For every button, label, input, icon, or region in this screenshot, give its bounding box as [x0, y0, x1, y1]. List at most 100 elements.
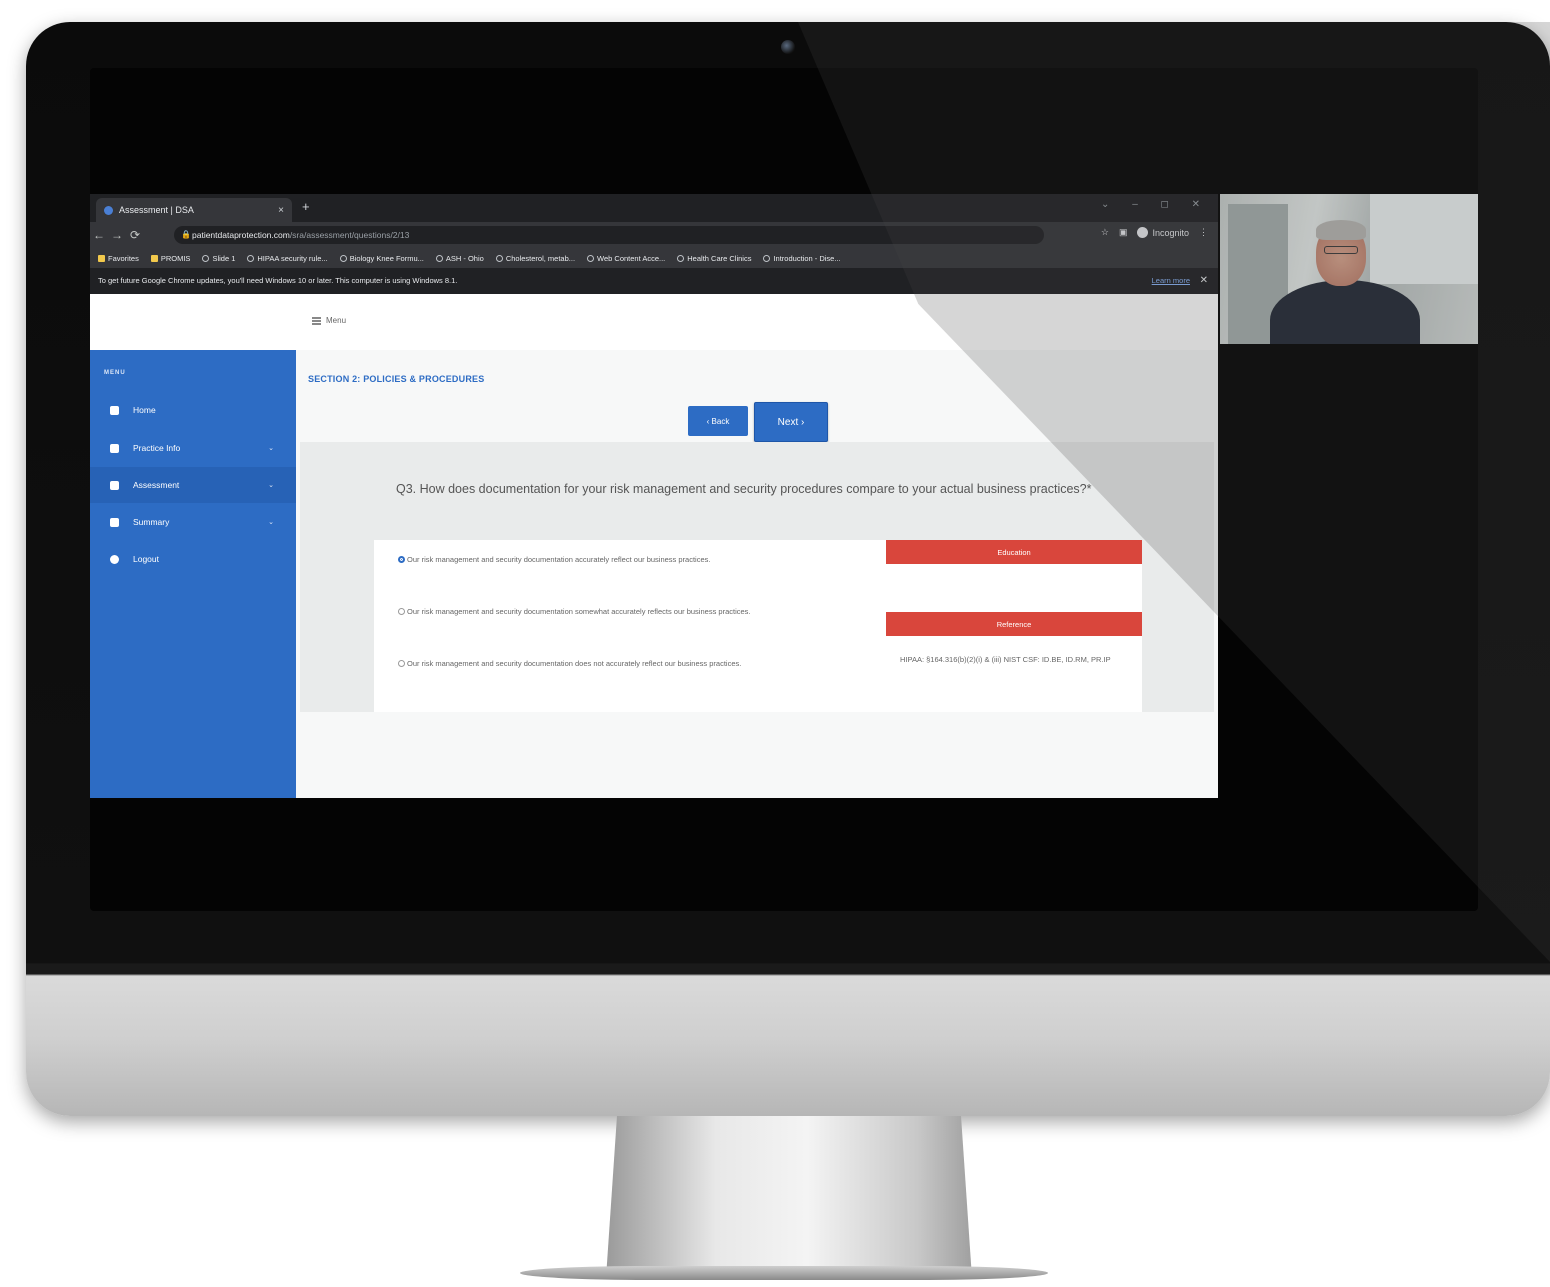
back-arrow-icon[interactable]: ←: [90, 228, 108, 242]
bookmark-item[interactable]: Health Care Clinics: [677, 254, 751, 263]
globe-icon: [339, 254, 347, 262]
bookmark-item[interactable]: Introduction - Dise...: [763, 253, 841, 263]
answer-option[interactable]: Our risk management and security documen…: [398, 606, 860, 617]
toolbar: ← → ⟳ 🔒 patientdataprotection.com/sra/as…: [90, 222, 1218, 248]
close-infobar-icon[interactable]: ✕: [1200, 268, 1208, 294]
assessment-icon: [110, 480, 119, 490]
bookmark-item[interactable]: Biology Knee Formu...: [339, 253, 424, 263]
bookmark-label: ASH - Ohio: [445, 253, 484, 263]
webcam-video: [1220, 194, 1478, 344]
sidebar-item-summary[interactable]: Summary ⌄: [90, 504, 296, 540]
question-panel: Q3. How does documentation for your risk…: [300, 442, 1214, 712]
presenter-hair: [1316, 220, 1366, 240]
window-controls[interactable]: ⌄ – ◻ ✕: [1101, 199, 1210, 210]
chevron-down-icon: ⌄: [268, 445, 274, 452]
url-host: patientdataprotection.com: [192, 230, 290, 240]
radio-icon[interactable]: [398, 608, 405, 615]
reference-text: HIPAA: §164.316(b)(2)(i) & (iii) NIST CS…: [900, 655, 1111, 664]
resources-panel: Education Reference HIPAA: §164.316(b)(2…: [886, 540, 1142, 712]
reload-icon[interactable]: ⟳: [126, 228, 144, 242]
bookmark-label: Favorites: [108, 253, 139, 263]
section-title: SECTION 2: POLICIES & PROCEDURES: [308, 374, 485, 384]
sidebar-item-label: Practice Info: [133, 443, 181, 453]
sidebar-item-home[interactable]: Home: [90, 392, 296, 428]
bookmark-item[interactable]: Favorites: [98, 254, 139, 263]
monitor-screen: Assessment | DSA × + ⌄ – ◻ ✕ ← → ⟳ 🔒 pat…: [90, 68, 1478, 911]
sidebar: MENU Home Practice Info ⌄ Assessment ⌄ S…: [90, 350, 296, 798]
bookmark-item[interactable]: ASH - Ohio: [435, 253, 484, 263]
more-menu-icon[interactable]: ⋮: [1199, 227, 1208, 238]
menu-toggle-button[interactable]: Menu: [312, 316, 346, 325]
extension-icon[interactable]: ▣: [1119, 227, 1128, 238]
bookmark-item[interactable]: Slide 1: [202, 254, 235, 263]
monitor-stand: [606, 1116, 972, 1278]
presenter-body: [1270, 280, 1420, 344]
calendar-icon: [110, 443, 119, 453]
sidebar-heading: MENU: [104, 370, 126, 376]
education-button[interactable]: Education: [886, 540, 1142, 564]
bookmark-label: Slide 1: [212, 253, 236, 263]
incognito-label: Incognito: [1152, 227, 1189, 238]
web-page: Menu MENU Home Practice Info ⌄ Assessmen…: [90, 294, 1218, 798]
answer-text: Our risk management and security documen…: [407, 659, 742, 668]
next-button[interactable]: Next ›: [754, 402, 828, 442]
globe-icon: [587, 254, 595, 262]
toolbar-right: ☆ ▣ Incognito ⋮: [1101, 227, 1208, 238]
sidebar-item-label: Logout: [133, 554, 159, 564]
radio-icon[interactable]: [398, 660, 405, 667]
sidebar-item-logout[interactable]: Logout: [90, 541, 296, 577]
url-path: /sra/assessment/questions/2/13: [289, 230, 410, 240]
globe-icon: [495, 254, 503, 262]
address-bar[interactable]: 🔒 patientdataprotection.com/sra/assessme…: [174, 226, 1044, 244]
answer-option[interactable]: Our risk management and security documen…: [398, 554, 860, 565]
tab-bar: Assessment | DSA × + ⌄ – ◻ ✕: [90, 194, 1218, 222]
bookmark-label: Biology Knee Formu...: [349, 253, 424, 263]
tab-title: Assessment | DSA: [119, 205, 194, 215]
sidebar-item-label: Summary: [133, 517, 170, 527]
answer-list: Our risk management and security documen…: [374, 540, 886, 712]
update-infobar: To get future Google Chrome updates, you…: [90, 268, 1218, 294]
webcam-lens: [781, 40, 795, 54]
back-button[interactable]: ‹ Back: [688, 406, 748, 436]
new-tab-button[interactable]: +: [302, 199, 310, 214]
monitor-stand-base: [520, 1266, 1048, 1280]
bookmark-item[interactable]: Web Content Acce...: [587, 254, 665, 263]
question-text: Q3. How does documentation for your risk…: [396, 482, 1092, 496]
forward-arrow-icon[interactable]: →: [108, 228, 126, 242]
close-tab-icon[interactable]: ×: [278, 205, 284, 216]
sidebar-item-assessment[interactable]: Assessment ⌄: [90, 467, 296, 503]
folder-icon: [150, 254, 158, 262]
globe-icon: [202, 254, 210, 262]
bookmark-item[interactable]: PROMIS: [150, 254, 190, 263]
chevron-down-icon: ⌄: [268, 519, 274, 526]
answer-text: Our risk management and security documen…: [407, 555, 711, 564]
hamburger-icon: [312, 316, 321, 325]
radio-selected-icon[interactable]: [398, 556, 405, 563]
main-content: SECTION 2: POLICIES & PROCEDURES ‹ Back …: [296, 350, 1218, 798]
bookmark-label: Introduction - Dise...: [773, 253, 841, 263]
globe-icon: [435, 254, 443, 262]
incognito-icon: [1137, 227, 1149, 238]
globe-icon: [677, 254, 685, 262]
folder-icon: [98, 254, 105, 262]
sidebar-item-label: Assessment: [133, 480, 180, 490]
bookmark-label: HIPAA security rule...: [257, 253, 328, 263]
infobar-text: To get future Google Chrome updates, you…: [98, 276, 458, 285]
star-icon[interactable]: ☆: [1101, 227, 1109, 238]
answer-text: Our risk management and security documen…: [407, 607, 751, 616]
tab-assessment[interactable]: Assessment | DSA ×: [96, 198, 292, 222]
bookmark-label: Cholesterol, metab...: [505, 253, 576, 263]
lock-icon: 🔒: [181, 230, 191, 239]
bookmark-item[interactable]: HIPAA security rule...: [247, 253, 328, 263]
incognito-badge[interactable]: Incognito: [1137, 227, 1189, 238]
sidebar-item-practice-info[interactable]: Practice Info ⌄: [90, 430, 296, 466]
globe-icon: [763, 254, 771, 262]
reference-button[interactable]: Reference: [886, 612, 1142, 636]
bookmark-item[interactable]: Cholesterol, metab...: [495, 253, 576, 263]
answer-option[interactable]: Our risk management and security documen…: [398, 658, 860, 669]
background-window: [1370, 194, 1478, 284]
menu-toggle-label: Menu: [326, 316, 347, 325]
bookmark-label: Web Content Acce...: [597, 253, 666, 263]
bookmark-label: Health Care Clinics: [687, 253, 752, 263]
learn-more-link[interactable]: Learn more: [1152, 268, 1190, 294]
